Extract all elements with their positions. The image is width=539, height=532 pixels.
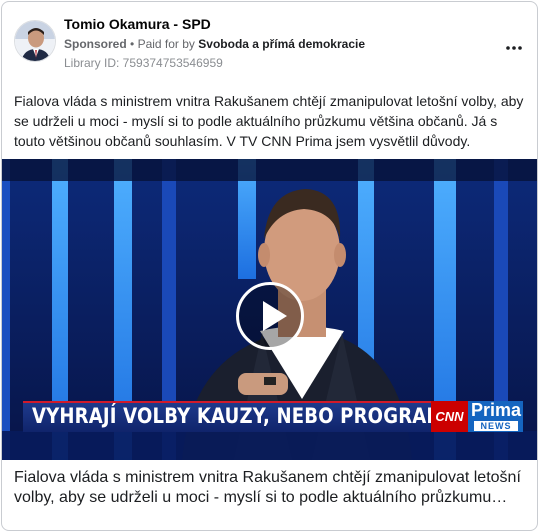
prima-logo-text: Prima bbox=[471, 400, 522, 420]
payer-name[interactable]: Svoboda a přímá demokracie bbox=[198, 37, 365, 51]
ad-header: Tomio Okamura - SPD Sponsored • Paid for… bbox=[14, 14, 527, 74]
cnn-logo: CNN bbox=[431, 401, 468, 432]
page-name[interactable]: Tomio Okamura - SPD bbox=[64, 16, 211, 32]
separator-dot: • bbox=[130, 37, 138, 51]
ad-card: Tomio Okamura - SPD Sponsored • Paid for… bbox=[1, 1, 538, 531]
news-logo-text: NEWS bbox=[474, 421, 518, 431]
sponsored-label: Sponsored bbox=[64, 37, 127, 51]
banner-headline: VYHRAJÍ VOLBY KAUZY, NEBO PROGRAM? bbox=[32, 404, 456, 428]
library-id: Library ID: 759374753546959 bbox=[64, 56, 223, 70]
prima-news-logo: Prima NEWS bbox=[468, 400, 523, 432]
caption-line-1: Fialova vláda s ministrem vnitra Rakušan… bbox=[14, 469, 521, 486]
body-line-1: Fialova vláda s ministrem vnitra Rakušan… bbox=[14, 93, 524, 109]
video-caption[interactable]: Fialova vláda s ministrem vnitra Rakušan… bbox=[14, 468, 526, 508]
body-line-3: touto většinou občanů souhlasím. V TV CN… bbox=[14, 133, 471, 149]
paid-for-prefix: Paid for by bbox=[137, 37, 195, 51]
more-horizontal-icon bbox=[506, 46, 522, 50]
ad-body-text: Fialova vláda s ministrem vnitra Rakušan… bbox=[14, 91, 526, 151]
play-button[interactable] bbox=[236, 282, 304, 350]
video-player[interactable]: VYHRAJÍ VOLBY KAUZY, NEBO PROGRAM? CNN P… bbox=[2, 159, 537, 460]
page-avatar[interactable] bbox=[14, 20, 56, 62]
caption-line-2: volby, aby se udrželi u moci - myslí si … bbox=[14, 489, 508, 506]
body-line-2: se udrželi u moci - myslí si to podle ak… bbox=[14, 113, 498, 129]
play-icon bbox=[263, 301, 287, 331]
more-options-button[interactable] bbox=[501, 34, 527, 54]
sponsored-line: Sponsored • Paid for by Svoboda a přímá … bbox=[64, 37, 365, 51]
